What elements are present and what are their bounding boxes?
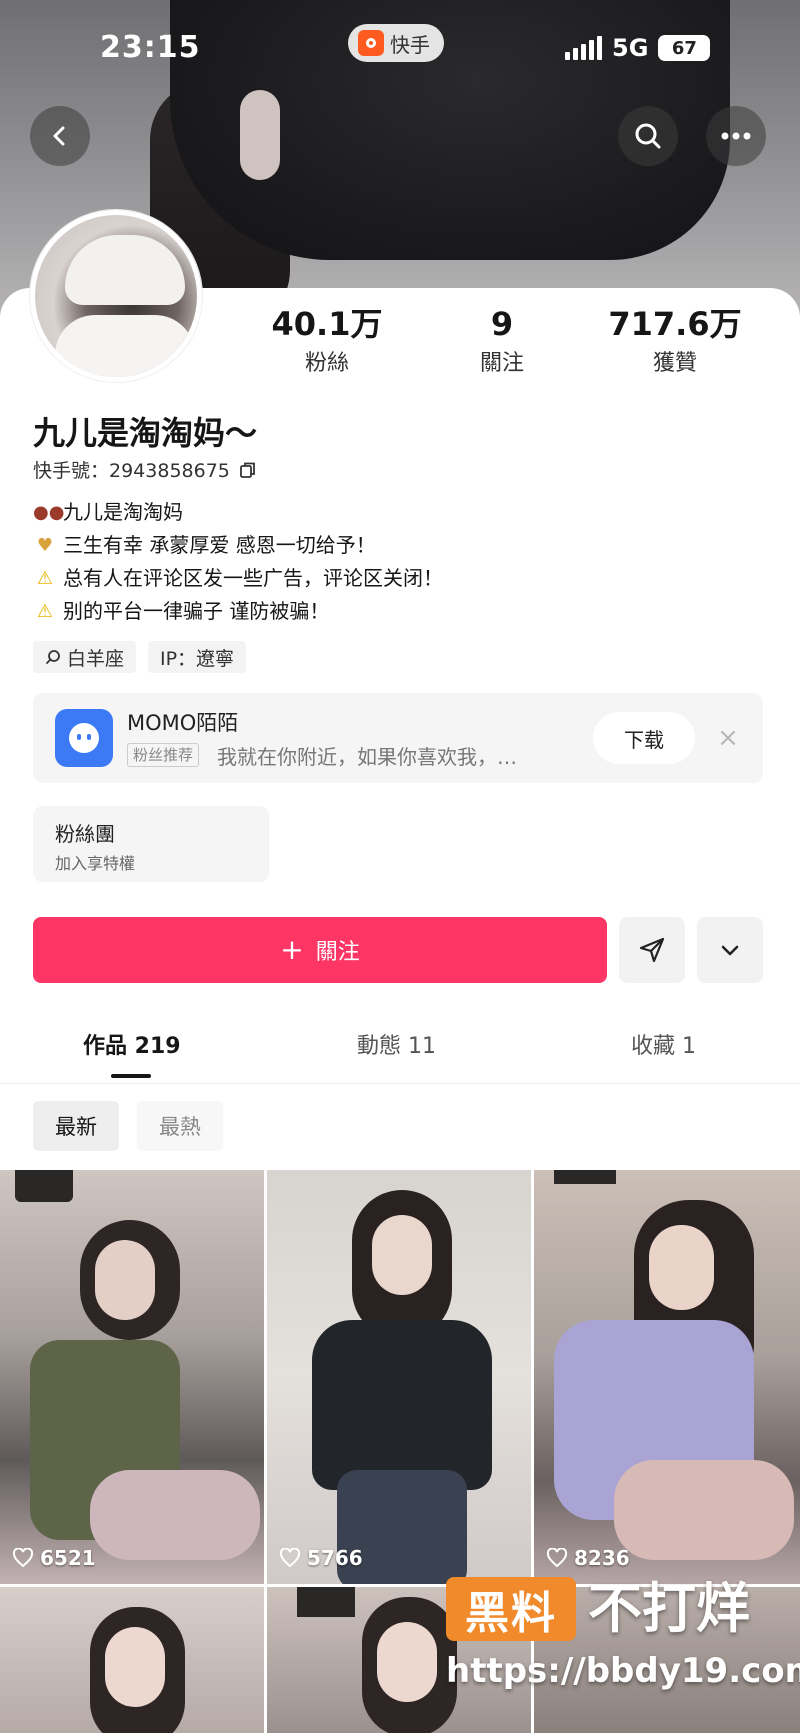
download-button[interactable]: 下载 bbox=[593, 712, 695, 764]
stat-value: 9 bbox=[490, 305, 514, 343]
search-small-icon bbox=[46, 650, 60, 664]
status-time: 23:15 bbox=[100, 30, 201, 65]
kuaishou-logo-icon bbox=[358, 30, 384, 56]
search-icon bbox=[635, 123, 661, 149]
stat-fans[interactable]: 40.1万 粉絲 bbox=[252, 305, 402, 377]
chevron-left-icon bbox=[53, 126, 65, 146]
watermark-box: 黑料 bbox=[446, 1577, 576, 1641]
app-indicator-pill: 快手 bbox=[348, 24, 444, 62]
paper-plane-icon bbox=[639, 937, 665, 963]
plus-icon: + bbox=[280, 933, 304, 966]
close-icon[interactable]: × bbox=[713, 723, 743, 753]
tag-ip-location: IP：遼寧 bbox=[148, 641, 247, 673]
video-thumbnail[interactable]: 8236 bbox=[534, 1170, 800, 1584]
video-likes: 8236 bbox=[546, 1546, 630, 1570]
bio-line: ●● 九儿是淘淘妈 bbox=[33, 496, 443, 529]
tag-zodiac[interactable]: 白羊座 bbox=[33, 641, 137, 673]
search-button[interactable] bbox=[618, 106, 678, 166]
stat-label: 獲贊 bbox=[652, 351, 697, 376]
nickname: 九儿是淘淘妈～ bbox=[33, 414, 258, 452]
stat-likes[interactable]: 717.6万 獲贊 bbox=[600, 305, 750, 377]
ad-description: 我就在你附近，如果你喜欢我，… bbox=[217, 745, 517, 769]
sort-hot-button[interactable]: 最熱 bbox=[137, 1101, 223, 1151]
follow-label: 關注 bbox=[315, 940, 360, 965]
video-thumbnail[interactable]: 6521 bbox=[0, 1170, 264, 1584]
watermark-url: https://bbdy19.com bbox=[446, 1651, 800, 1691]
bean-emoji-icon: ●● bbox=[33, 501, 65, 523]
status-indicators: 5G 67 bbox=[565, 34, 711, 62]
more-dots-icon bbox=[721, 132, 751, 140]
video-likes-count: 6521 bbox=[40, 1546, 96, 1570]
tab-moments[interactable]: 動態 11 bbox=[357, 1028, 436, 1060]
video-likes: 6521 bbox=[12, 1546, 96, 1570]
video-likes: 5766 bbox=[279, 1546, 363, 1570]
warning-emoji-icon: ⚠ bbox=[36, 600, 54, 622]
kuaishou-id: 快手號：2943858675 bbox=[33, 456, 258, 483]
chevron-down-icon bbox=[721, 945, 739, 956]
bio-line: ⚠ 总有人在评论区发一些广告，评论区关闭！ bbox=[33, 562, 443, 595]
watermark: 黑料 不打烊 https://bbdy19.com bbox=[446, 1577, 800, 1727]
video-thumbnail[interactable]: 5766 bbox=[267, 1170, 531, 1584]
ad-tag: 粉丝推荐 bbox=[127, 743, 200, 767]
signal-icon bbox=[565, 36, 602, 60]
battery-level: 67 bbox=[671, 37, 697, 59]
momo-app-icon bbox=[55, 709, 113, 767]
bio: ●● 九儿是淘淘妈 ♥ 三生有幸 承蒙厚爱 感恩一切给予！ ⚠ 总有人在评论区发… bbox=[33, 496, 443, 628]
stat-label: 關注 bbox=[479, 351, 524, 376]
bio-text: 三生有幸 承蒙厚爱 感恩一切给予！ bbox=[63, 533, 376, 557]
pray-hands-emoji-icon: ♥ bbox=[36, 534, 54, 556]
bio-text: 别的平台一律骗子 谨防被骗！ bbox=[63, 599, 330, 623]
tab-favorites[interactable]: 收藏 1 bbox=[631, 1028, 696, 1060]
stat-following[interactable]: 9 關注 bbox=[427, 305, 577, 377]
network-type: 5G bbox=[612, 34, 649, 62]
tab-active-indicator bbox=[111, 1074, 151, 1078]
warning-emoji-icon: ⚠ bbox=[36, 567, 54, 589]
ad-app-name: MOMO陌陌 bbox=[127, 711, 239, 735]
heart-outline-icon bbox=[12, 1548, 34, 1568]
divider bbox=[0, 1083, 800, 1084]
ad-banner[interactable]: MOMO陌陌 粉丝推荐 我就在你附近，如果你喜欢我，… 下载 × bbox=[33, 693, 763, 783]
kuaishou-id-text: 快手號：2943858675 bbox=[33, 460, 230, 482]
battery-icon: 67 bbox=[658, 35, 711, 61]
stat-label: 粉絲 bbox=[304, 351, 349, 376]
app-name: 快手 bbox=[390, 32, 430, 57]
stat-value: 40.1万 bbox=[271, 305, 383, 343]
copy-icon[interactable] bbox=[238, 460, 258, 480]
video-likes-count: 5766 bbox=[307, 1546, 363, 1570]
bio-line: ♥ 三生有幸 承蒙厚爱 感恩一切给予！ bbox=[33, 529, 443, 562]
fan-club-card[interactable]: 粉絲團 加入享特權 bbox=[33, 806, 269, 882]
tag-label: 白羊座 bbox=[67, 647, 125, 670]
tab-works[interactable]: 作品 219 bbox=[83, 1028, 181, 1060]
back-button[interactable] bbox=[30, 106, 90, 166]
sort-latest-button[interactable]: 最新 bbox=[33, 1101, 119, 1151]
bio-text: 总有人在评论区发一些广告，评论区关闭！ bbox=[63, 566, 443, 590]
bio-text: 九儿是淘淘妈 bbox=[63, 500, 183, 524]
fan-club-title: 粉絲團 bbox=[55, 822, 115, 846]
fan-club-subtitle: 加入享特權 bbox=[55, 854, 136, 873]
bio-line: ⚠ 别的平台一律骗子 谨防被骗！ bbox=[33, 595, 443, 628]
follow-button[interactable]: + 關注 bbox=[33, 917, 607, 983]
stat-value: 717.6万 bbox=[608, 305, 742, 343]
heart-outline-icon bbox=[279, 1548, 301, 1568]
watermark-text: 不打烊 bbox=[588, 1577, 750, 1640]
video-thumbnail[interactable] bbox=[0, 1587, 264, 1733]
video-likes-count: 8236 bbox=[574, 1546, 630, 1570]
send-message-button[interactable] bbox=[619, 917, 685, 983]
tag-label: IP：遼寧 bbox=[160, 647, 235, 670]
avatar[interactable] bbox=[30, 210, 202, 382]
heart-outline-icon bbox=[546, 1548, 568, 1568]
more-button[interactable] bbox=[706, 106, 766, 166]
more-options-button[interactable] bbox=[697, 917, 763, 983]
